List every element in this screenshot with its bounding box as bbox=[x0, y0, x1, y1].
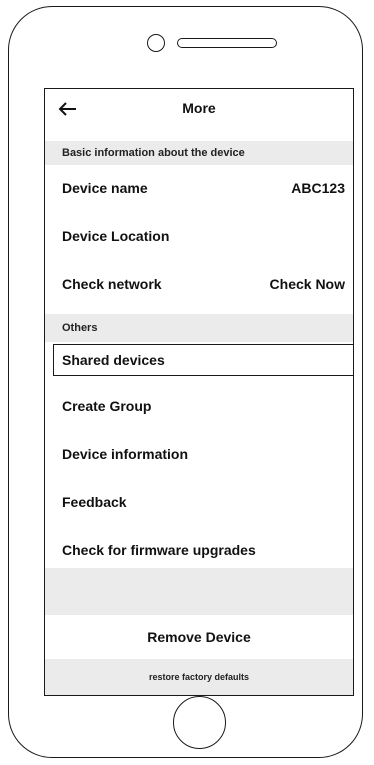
feedback-label: Feedback bbox=[62, 494, 127, 510]
check-network-label: Check network bbox=[62, 276, 162, 292]
phone-screen: More Basic information about the device … bbox=[44, 88, 354, 696]
create-group-row[interactable]: Create Group bbox=[45, 395, 353, 417]
page: More Basic information about the device … bbox=[0, 0, 374, 765]
device-information-row[interactable]: Device information bbox=[45, 443, 353, 465]
header: More bbox=[45, 89, 353, 141]
firmware-upgrade-label: Check for firmware upgrades bbox=[62, 542, 256, 558]
remove-device-button[interactable]: Remove Device bbox=[45, 615, 353, 659]
section-header-basic-info: Basic information about the device bbox=[45, 141, 353, 165]
create-group-label: Create Group bbox=[62, 398, 152, 414]
feedback-row[interactable]: Feedback bbox=[45, 491, 353, 513]
section-header-others: Others bbox=[45, 314, 353, 342]
spacer-block bbox=[45, 568, 353, 615]
home-button[interactable] bbox=[173, 696, 226, 749]
device-location-row[interactable]: Device Location bbox=[45, 225, 353, 247]
shared-devices-row[interactable]: Shared devices bbox=[53, 344, 353, 376]
device-name-label: Device name bbox=[62, 180, 148, 196]
shared-devices-label: Shared devices bbox=[62, 352, 165, 368]
device-name-value: ABC123 bbox=[291, 180, 345, 196]
page-title: More bbox=[182, 100, 216, 116]
device-location-label: Device Location bbox=[62, 228, 170, 244]
restore-factory-defaults-button[interactable]: restore factory defaults bbox=[45, 659, 353, 695]
phone-frame: More Basic information about the device … bbox=[8, 6, 363, 758]
camera-icon bbox=[147, 34, 165, 52]
firmware-upgrade-row[interactable]: Check for firmware upgrades bbox=[45, 539, 353, 561]
check-now-button[interactable]: Check Now bbox=[270, 276, 345, 292]
device-name-row[interactable]: Device name ABC123 bbox=[45, 177, 353, 199]
speaker-icon bbox=[177, 38, 277, 48]
check-network-row[interactable]: Check network Check Now bbox=[45, 273, 353, 295]
device-information-label: Device information bbox=[62, 446, 189, 462]
